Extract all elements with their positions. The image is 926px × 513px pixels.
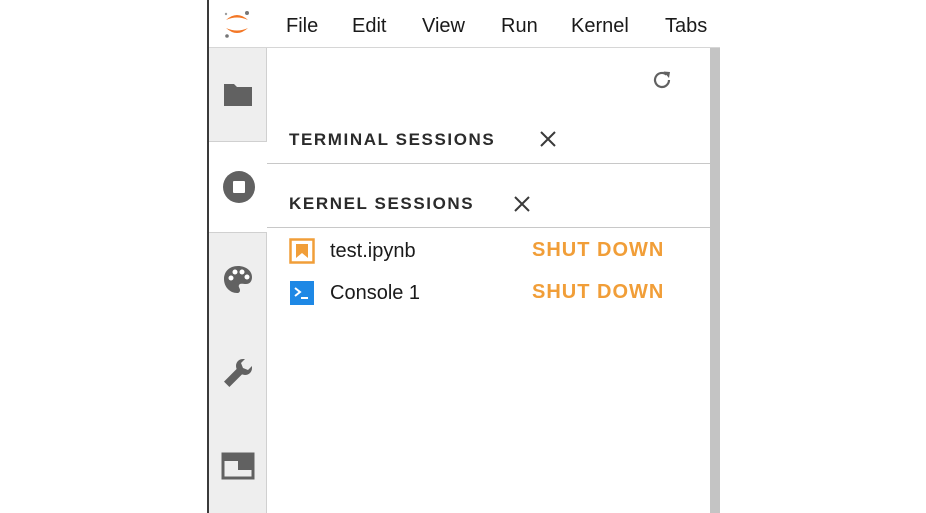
kernel-session-row[interactable]: Console 1 SHUT DOWN xyxy=(267,274,710,314)
tab-command-palette[interactable] xyxy=(209,234,267,326)
kernel-sessions-title: KERNEL SESSIONS xyxy=(289,194,475,213)
tabs-icon xyxy=(221,452,255,480)
refresh-icon[interactable] xyxy=(650,68,674,92)
kernel-session-row[interactable]: test.ipynb SHUT DOWN xyxy=(267,232,710,272)
tab-open-tabs[interactable] xyxy=(209,420,267,512)
notebook-icon xyxy=(289,238,315,264)
terminal-sessions-title: TERMINAL SESSIONS xyxy=(289,130,496,149)
tab-running-sessions[interactable] xyxy=(209,141,268,233)
close-terminal-sessions-icon[interactable] xyxy=(537,128,559,150)
menu-edit[interactable]: Edit xyxy=(352,14,386,38)
menu-run[interactable]: Run xyxy=(501,14,538,38)
menu-file[interactable]: File xyxy=(286,14,318,38)
menu-view[interactable]: View xyxy=(422,14,465,38)
menu-tabs[interactable]: Tabs xyxy=(665,14,707,38)
jupyter-logo-icon[interactable] xyxy=(221,8,253,40)
console-icon xyxy=(290,281,314,305)
shutdown-button[interactable]: SHUT DOWN xyxy=(532,239,664,262)
menu-kernel[interactable]: Kernel xyxy=(571,14,629,38)
kernel-sessions-header: KERNEL SESSIONS xyxy=(267,178,710,228)
session-name[interactable]: test.ipynb xyxy=(330,240,416,263)
running-sessions-panel: TERMINAL SESSIONS KERNEL SESSIONS test.i… xyxy=(267,48,712,513)
tab-settings[interactable] xyxy=(209,327,267,419)
menu-bar: File Edit View Run Kernel Tabs xyxy=(209,0,720,48)
panel-scrollbar[interactable] xyxy=(710,48,720,513)
close-kernel-sessions-icon[interactable] xyxy=(511,193,533,215)
jupyterlab-window: File Edit View Run Kernel Tabs TERMINAL … xyxy=(207,0,720,513)
folder-icon xyxy=(224,84,252,106)
shutdown-button[interactable]: SHUT DOWN xyxy=(532,281,664,304)
stop-circle-icon xyxy=(222,171,255,203)
tab-file-browser[interactable] xyxy=(209,48,267,140)
wrench-icon xyxy=(224,359,252,387)
session-name[interactable]: Console 1 xyxy=(330,282,420,305)
palette-icon xyxy=(224,266,252,293)
terminal-sessions-header: TERMINAL SESSIONS xyxy=(267,114,710,164)
left-sidebar xyxy=(209,48,268,513)
